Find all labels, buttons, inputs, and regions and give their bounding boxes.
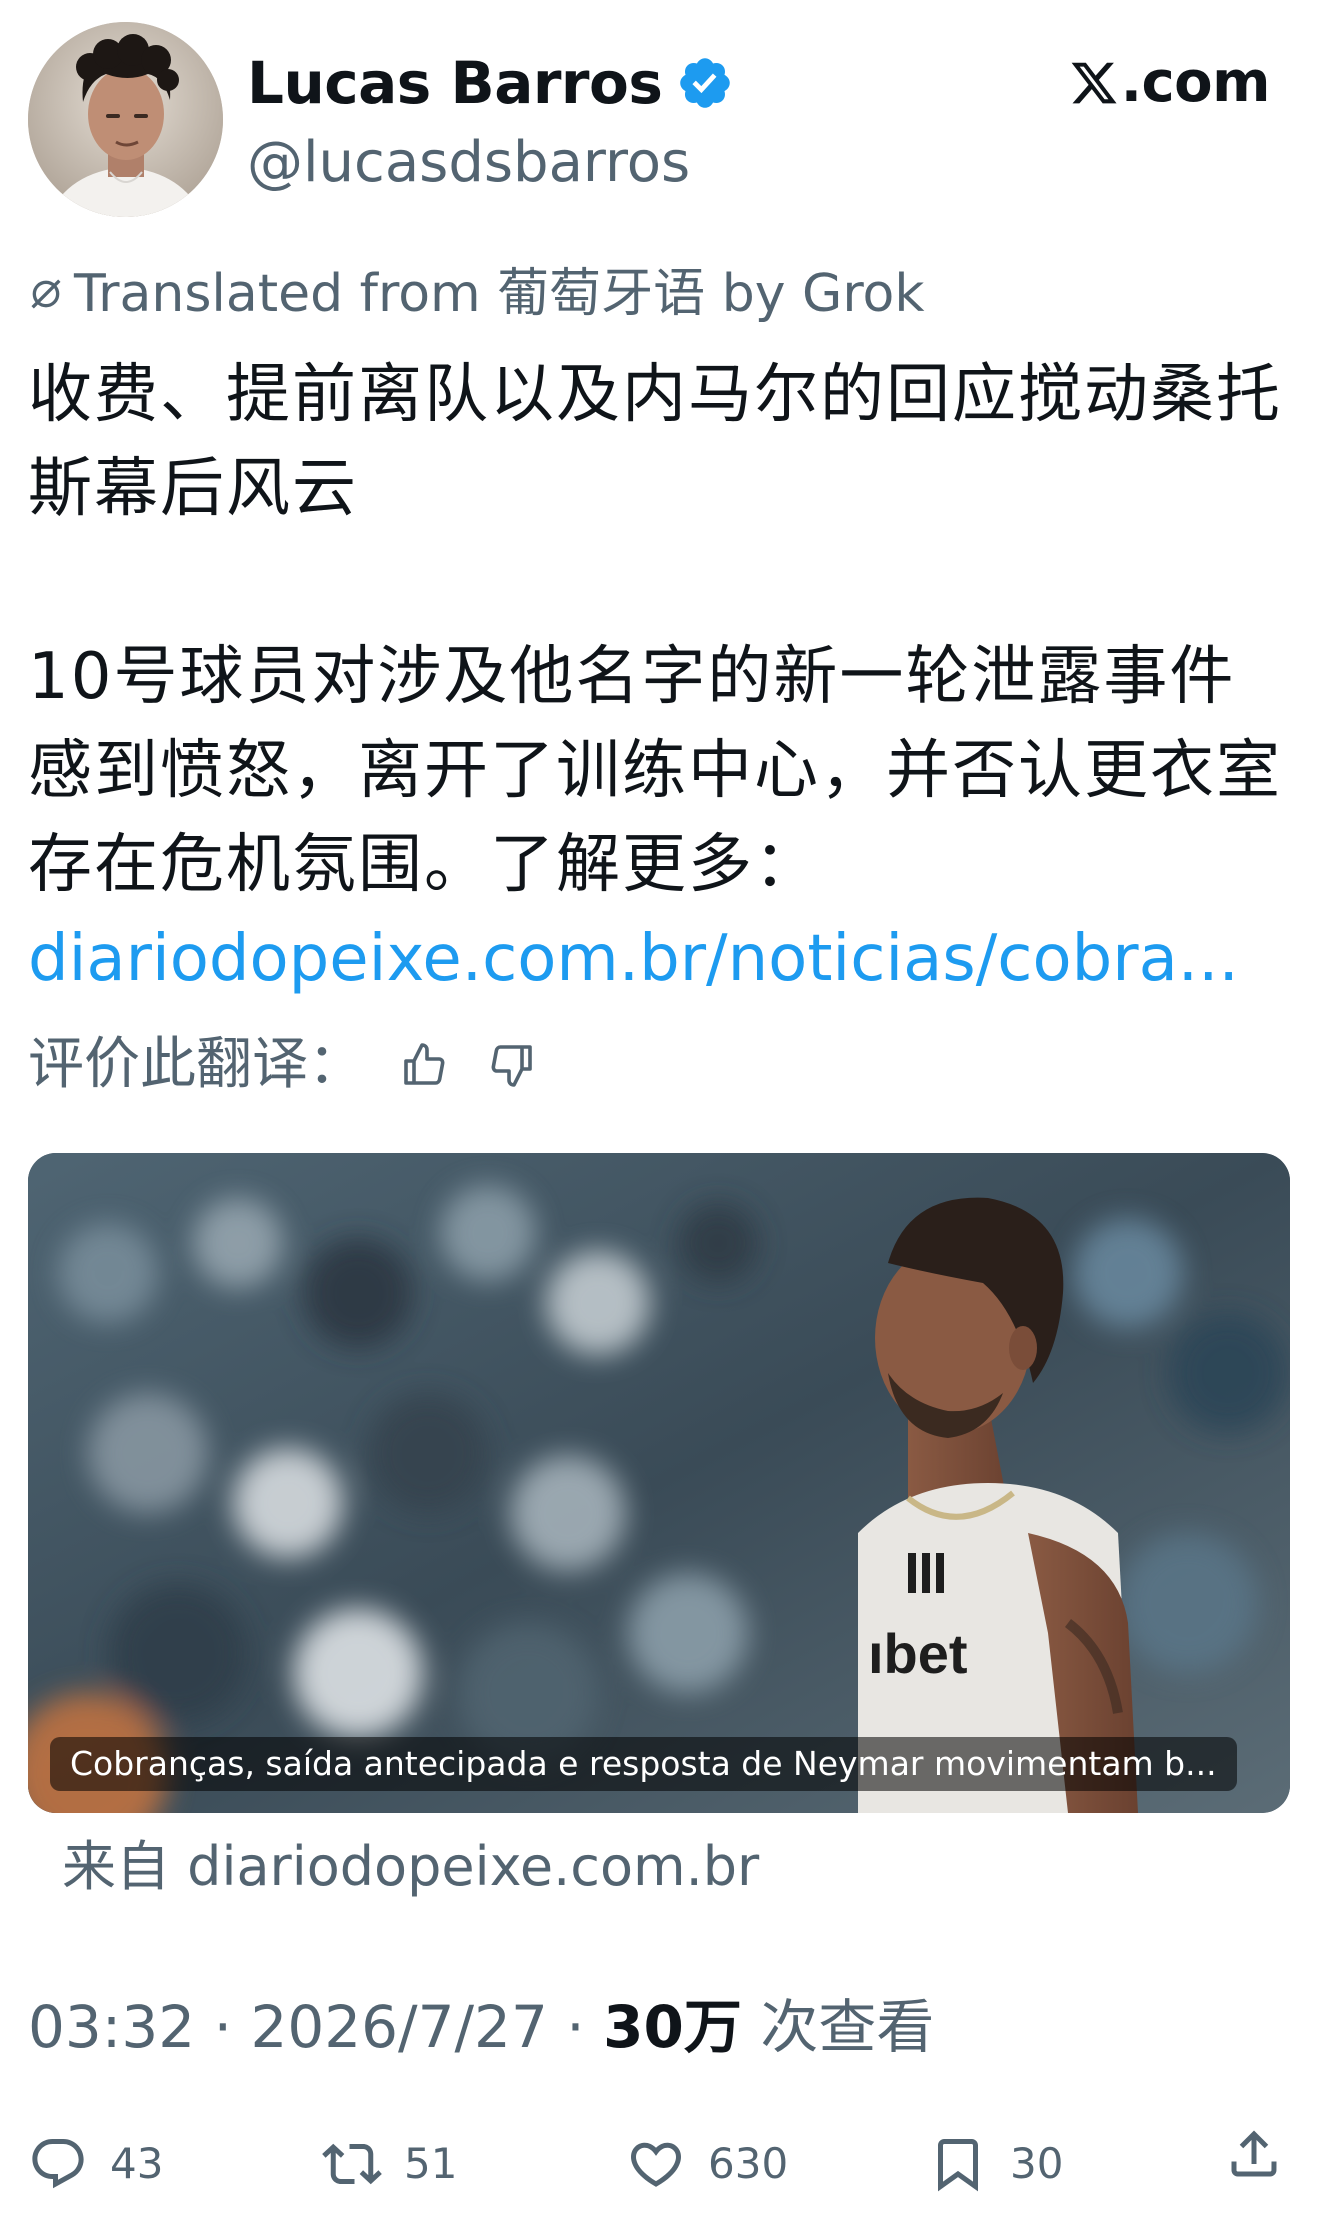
card-source[interactable]: 来自 diariodopeixe.com.br [62,1832,759,1902]
bookmark-button[interactable]: 30 [928,2124,1063,2204]
card-photo: ıbet [28,1153,1290,1813]
share-button[interactable] [1224,2124,1284,2184]
display-name[interactable]: Lucas Barros [247,48,663,118]
avatar-image [28,22,223,217]
rate-translation-label: 评价此翻译： [28,1032,364,1097]
avatar[interactable] [28,22,223,217]
verified-badge-icon [680,58,731,108]
heart-icon [630,2142,682,2187]
thumbs-down-icon[interactable] [488,1041,536,1089]
timestamp[interactable]: 03:32 · 2026/7/27 · [28,1993,603,2061]
tweet-text: 收费、提前离队以及内马尔的回应搅动桑托斯幕后风云 10号球员对涉及他名字的新一轮… [28,348,1288,1006]
reply-button[interactable]: 43 [28,2124,163,2204]
share-icon [1231,2130,1277,2177]
name-row: Lucas Barros [247,48,734,118]
bookmark-count: 30 [1010,2139,1064,2188]
article-link[interactable]: diariodopeixe.com.br/noticias/cobra... [28,922,1239,996]
like-count: 630 [708,2139,789,2188]
tweet: Lucas Barros @lucasdsbarros .com Transla… [0,0,1320,2214]
translation-note-text: Translated from 葡萄牙语 by Grok [74,264,925,324]
reply-icon [32,2139,84,2189]
tweet-meta: 03:32 · 2026/7/27 · 30万 次查看 [28,1990,934,2064]
bookmark-icon [938,2139,978,2192]
brand-domain: .com [1120,50,1271,115]
repost-count: 51 [404,2139,458,2188]
thumbs-up-icon[interactable] [400,1041,448,1089]
translation-note[interactable]: Translated from 葡萄牙语 by Grok [26,262,925,326]
views-label: 次查看 [741,1993,935,2061]
repost-button[interactable]: 51 [322,2124,457,2204]
like-button[interactable]: 630 [626,2124,788,2204]
card-caption: Cobranças, saída antecipada e resposta d… [50,1737,1237,1791]
tweet-paragraph-2-text: 10号球员对涉及他名字的新一轮泄露事件感到愤怒，离开了训练中心，并否认更衣室存在… [28,640,1282,902]
link-card[interactable]: ıbet Cobranças, saída antecipada e respo… [28,1153,1290,1813]
user-handle[interactable]: @lucasdsbarros [247,128,690,198]
reply-count: 43 [110,2139,164,2188]
action-bar: 43 51 630 30 [0,2124,1320,2204]
x-brand-logo: .com [1069,48,1271,118]
views-count: 30万 [603,1993,742,2061]
svg-text:ıbet: ıbet [868,1622,968,1685]
tweet-paragraph-1: 收费、提前离队以及内马尔的回应搅动桑托斯幕后风云 [28,358,1282,526]
repost-icon [322,2143,382,2185]
grok-translate-icon [31,279,61,309]
x-logo-icon [1071,62,1117,104]
tweet-paragraph-2: 10号球员对涉及他名字的新一轮泄露事件感到愤怒，离开了训练中心，并否认更衣室存在… [28,630,1288,1006]
rate-translation: 评价此翻译： [28,1030,536,1100]
